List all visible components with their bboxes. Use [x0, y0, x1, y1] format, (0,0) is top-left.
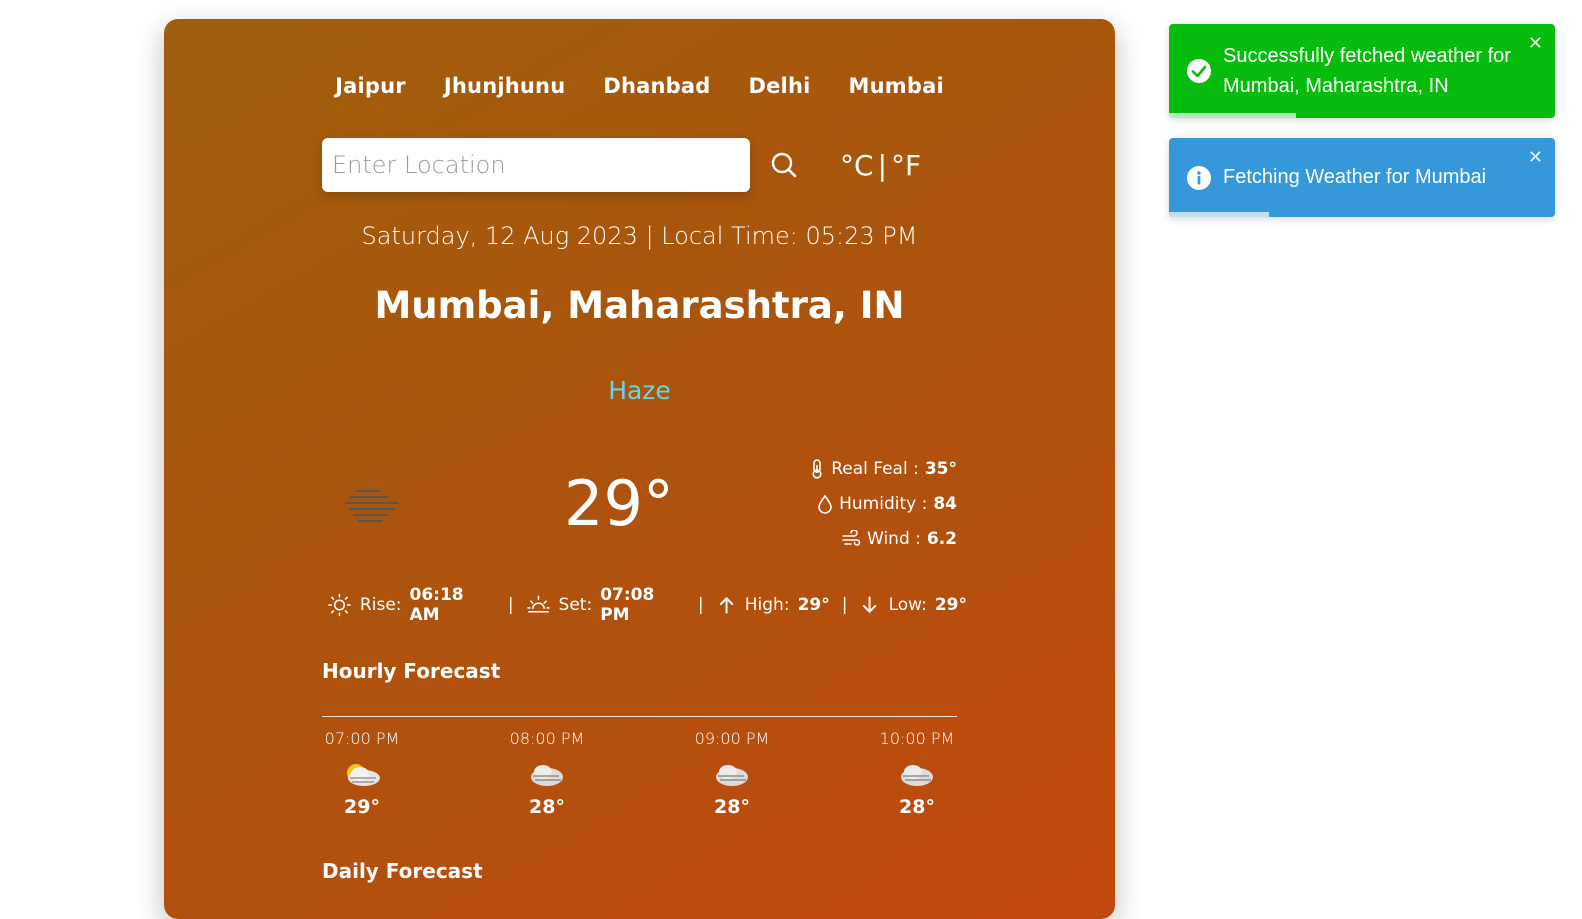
wind-icon: [842, 529, 861, 546]
weather-condition: Haze: [608, 376, 671, 405]
close-icon[interactable]: ✕: [1528, 34, 1543, 52]
hourly-time: 07:00 PM: [324, 729, 400, 748]
low-value: 29°: [934, 595, 968, 615]
daily-forecast-title: Daily Forecast: [322, 859, 483, 883]
hourly-time: 10:00 PM: [879, 729, 955, 748]
city-link-jhunjhunu[interactable]: Jhunjhunu: [444, 74, 565, 98]
city-link-delhi[interactable]: Delhi: [748, 74, 810, 98]
city-quick-links: Jaipur Jhunjhunu Dhanbad Delhi Mumbai: [164, 74, 1115, 98]
high-value: 29°: [797, 595, 830, 615]
toast-progress-bar: [1169, 113, 1297, 118]
hourly-time: 08:00 PM: [509, 729, 585, 748]
divider: [322, 716, 957, 717]
toast-message: Successfully fetched weather for Mumbai,…: [1223, 45, 1511, 97]
city-link-mumbai[interactable]: Mumbai: [849, 74, 944, 98]
unit-toggle: °C | °F: [840, 146, 921, 184]
weather-card: Jaipur Jhunjhunu Dhanbad Delhi Mumbai °C…: [164, 19, 1115, 919]
partly-cloudy-icon: [347, 764, 380, 786]
city-link-dhanbad[interactable]: Dhanbad: [603, 74, 710, 98]
location-title: Mumbai, Maharashtra, IN: [374, 284, 905, 327]
unit-separator: |: [877, 148, 887, 182]
city-link-jaipur[interactable]: Jaipur: [335, 74, 406, 98]
sunset-label: Set:: [558, 595, 593, 615]
wind-label: Wind :: [867, 528, 921, 549]
info-toast[interactable]: Fetching Weather for Mumbai ✕: [1169, 138, 1555, 217]
sun-and-range-row: Rise: 06:18 AM | Set: 07:08 PM | High: 2…: [327, 585, 967, 625]
hourly-temp: 28°: [899, 796, 935, 818]
search-icon[interactable]: [768, 149, 800, 181]
separator: |: [507, 595, 514, 615]
hourly-temp: 28°: [714, 796, 750, 818]
sunrise-icon: [328, 593, 351, 617]
toast-message: Fetching Weather for Mumbai: [1223, 166, 1487, 188]
separator: |: [841, 595, 848, 615]
sunrise-label: Rise:: [359, 595, 402, 615]
close-icon[interactable]: ✕: [1528, 148, 1543, 166]
real-feel-row: Real Feal : 35°: [809, 457, 957, 480]
hourly-temp: 29°: [344, 796, 380, 818]
hourly-forecast-list: 07:00 PM 29° 08:00 PM 28° 09:00 PM 28° 1…: [322, 729, 957, 818]
check-circle-icon: [1187, 59, 1211, 83]
info-icon: [1187, 166, 1211, 190]
sunset-value: 07:08 PM: [600, 585, 655, 625]
arrow-down-icon: [863, 596, 877, 613]
arrow-up-icon: [719, 597, 733, 614]
sunset-icon: [526, 595, 550, 613]
search-row: °C | °F: [322, 138, 962, 192]
high-label: High:: [744, 595, 790, 615]
hourly-temp: 28°: [529, 796, 565, 818]
success-toast[interactable]: Successfully fetched weather for Mumbai,…: [1169, 24, 1555, 118]
cloudy-icon: [716, 765, 748, 786]
hourly-forecast-title: Hourly Forecast: [322, 659, 501, 683]
wind-row: Wind : 6.2: [841, 527, 957, 550]
real-feel-label: Real Feal :: [831, 458, 919, 479]
sunrise-value: 06:18 AM: [409, 585, 464, 625]
celsius-button[interactable]: °C: [840, 149, 874, 182]
toast-progress-bar: [1169, 212, 1270, 217]
location-search-input[interactable]: [322, 138, 750, 192]
wind-value: 6.2: [926, 528, 957, 549]
separator: |: [697, 595, 704, 615]
hourly-item: 09:00 PM 28°: [692, 729, 772, 818]
hourly-item: 08:00 PM 28°: [507, 729, 587, 818]
humidity-row: Humidity : 84: [817, 492, 957, 515]
hourly-time: 09:00 PM: [694, 729, 770, 748]
weather-details: Real Feal : 35° Humidity : 84 Wind : 6.2: [757, 457, 957, 550]
humidity-label: Humidity :: [839, 493, 928, 514]
hourly-item: 07:00 PM 29°: [322, 729, 402, 818]
humidity-value: 84: [933, 493, 957, 514]
fahrenheit-button[interactable]: °F: [891, 149, 921, 182]
cloudy-icon: [531, 765, 563, 786]
real-feel-value: 35°: [924, 458, 957, 479]
thermometer-icon: [812, 458, 822, 479]
date-time: Saturday, 12 Aug 2023 | Local Time: 05:2…: [361, 222, 918, 250]
current-temperature: 29°: [564, 467, 674, 540]
low-label: Low:: [888, 595, 927, 615]
hourly-item: 10:00 PM 28°: [877, 729, 957, 818]
cloudy-icon: [901, 765, 933, 786]
droplet-icon: [818, 494, 832, 514]
haze-icon: [345, 490, 399, 522]
